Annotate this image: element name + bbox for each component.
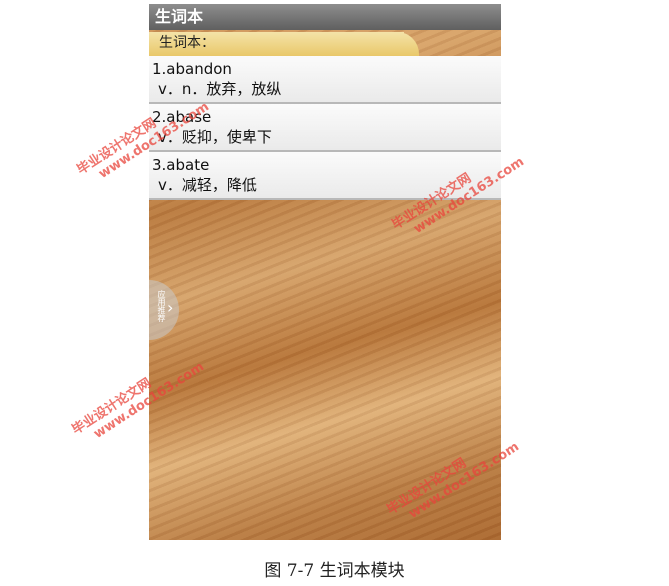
tab-strip: 生词本： bbox=[149, 30, 501, 56]
word-meaning: v．贬抑，使卑下 bbox=[158, 128, 272, 146]
tab-vocabulary[interactable]: 生词本： bbox=[149, 32, 404, 56]
chevron-right-icon: › bbox=[167, 298, 174, 317]
app-title: 生词本 bbox=[155, 7, 204, 26]
word-meaning: v．n．放弃，放纵 bbox=[158, 80, 282, 98]
tab-vocabulary-label: 生词本： bbox=[159, 35, 215, 51]
app-recommend-label: 应用推荐 bbox=[157, 290, 166, 322]
app-title-bar: 生词本 bbox=[149, 4, 501, 30]
word-text: 3.abate bbox=[152, 156, 210, 174]
figure-caption: 图 7-7 生词本模块 bbox=[264, 561, 405, 581]
app-recommend-tab[interactable]: 应用推荐 › bbox=[149, 280, 179, 340]
word-text: 1.abandon bbox=[152, 60, 232, 78]
